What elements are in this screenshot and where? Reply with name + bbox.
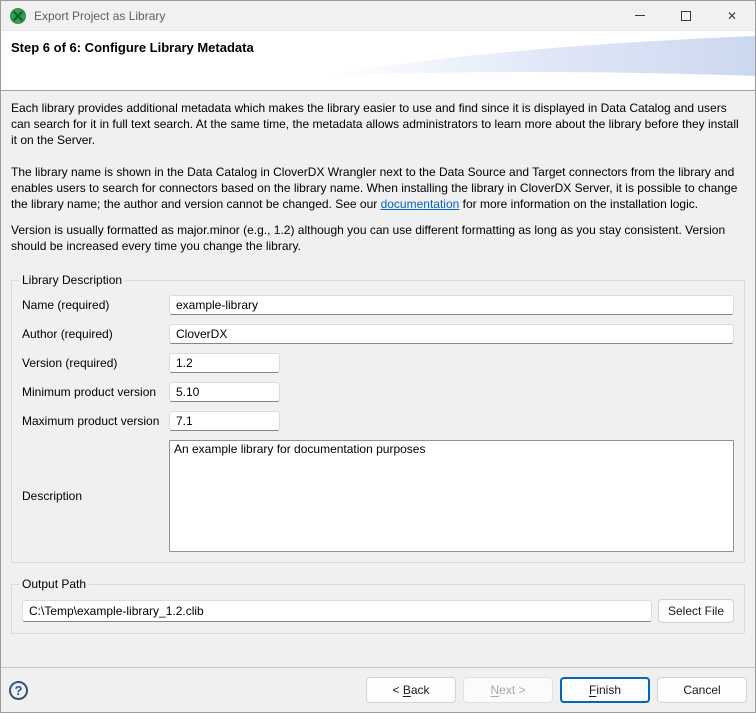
- cloverdx-logo-icon: [10, 7, 26, 24]
- help-icon[interactable]: ?: [9, 680, 28, 700]
- name-row: Name (required): [22, 295, 734, 315]
- wizard-content: Each library provides additional metadat…: [1, 91, 755, 667]
- author-label: Author (required): [22, 327, 113, 341]
- author-field[interactable]: [169, 324, 734, 344]
- window-controls: ✕: [617, 1, 755, 30]
- intro-paragraph-1: Each library provides additional metadat…: [11, 101, 739, 147]
- window-title: Export Project as Library: [34, 8, 166, 23]
- wizard-banner: Step 6 of 6: Configure Library Metadata: [1, 31, 755, 91]
- minimize-button[interactable]: [617, 1, 663, 30]
- library-description-legend: Library Description: [22, 273, 123, 287]
- next-button[interactable]: Next >: [463, 677, 553, 703]
- back-button-accesskey: B: [402, 683, 411, 697]
- library-description-group: Library Description Name (required) Auth…: [11, 273, 745, 563]
- titlebar: Export Project as Library ✕: [1, 1, 755, 31]
- description-field[interactable]: An example library for documentation pur…: [169, 440, 734, 552]
- wizard-buttons: < Back Next > Finish Cancel: [366, 677, 747, 703]
- output-path-row: Select File: [22, 599, 734, 623]
- documentation-link[interactable]: documentation: [381, 197, 460, 211]
- output-path-group: Output Path Select File: [11, 577, 745, 634]
- name-field[interactable]: [169, 295, 734, 315]
- maximize-button[interactable]: [663, 1, 709, 30]
- intro-paragraph-2: The library name is shown in the Data Ca…: [11, 164, 745, 212]
- min-product-version-label: Minimum product version: [22, 385, 157, 399]
- export-project-dialog: Export Project as Library ✕ Step 6 of 6:…: [0, 0, 756, 713]
- version-row: Version (required): [22, 353, 734, 373]
- maximize-icon: [681, 10, 691, 21]
- close-button[interactable]: ✕: [709, 1, 755, 30]
- back-button-rest: ack: [410, 683, 430, 697]
- description-label: Description: [22, 489, 83, 503]
- description-row: Description An example library for docum…: [22, 440, 734, 552]
- next-button-rest: ext >: [499, 683, 526, 697]
- name-label: Name (required): [22, 298, 110, 312]
- close-icon: ✕: [726, 8, 738, 23]
- select-file-button[interactable]: Select File: [657, 599, 734, 623]
- minimize-icon: [635, 15, 645, 16]
- version-field[interactable]: [169, 353, 280, 373]
- output-path-field[interactable]: [22, 600, 652, 622]
- button-bar: ? < Back Next > Finish Cancel: [1, 667, 755, 712]
- output-path-legend: Output Path: [22, 577, 87, 591]
- page-title: Step 6 of 6: Configure Library Metadata: [11, 40, 254, 55]
- finish-button-rest: inish: [596, 683, 622, 697]
- max-product-version-row: Maximum product version: [22, 411, 734, 431]
- cancel-button[interactable]: Cancel: [657, 677, 747, 703]
- version-label: Version (required): [22, 356, 118, 370]
- finish-button[interactable]: Finish: [560, 677, 650, 703]
- author-row: Author (required): [22, 324, 734, 344]
- max-product-version-field[interactable]: [169, 411, 280, 431]
- intro-paragraph-2-after: for more information on the installation…: [459, 197, 699, 211]
- next-button-accesskey: N: [490, 683, 500, 697]
- back-button-prefix: <: [392, 683, 403, 697]
- min-product-version-field[interactable]: [169, 382, 280, 402]
- back-button[interactable]: < Back: [366, 677, 456, 703]
- intro-paragraph-3: Version is usually formatted as major.mi…: [11, 223, 726, 253]
- max-product-version-label: Maximum product version: [22, 414, 160, 428]
- min-product-version-row: Minimum product version: [22, 382, 734, 402]
